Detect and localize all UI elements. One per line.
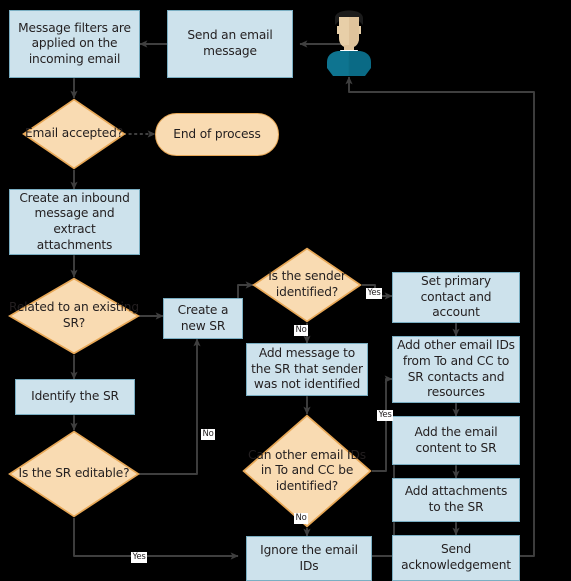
node-create-a-new-sr-label: Create a new SR bbox=[177, 302, 229, 333]
node-ignore-the-email-ids[interactable]: Ignore the email IDs bbox=[246, 536, 372, 581]
node-add-other-email-ids[interactable]: Add other email IDs from To and CC to SR… bbox=[392, 336, 520, 403]
node-add-message-not-identified[interactable]: Add message to the SR that sender was no… bbox=[246, 343, 368, 396]
edge-can-other-ids-yes bbox=[372, 375, 393, 472]
node-send-an-email-message-label: Send an email message bbox=[187, 28, 273, 58]
node-is-the-sr-editable[interactable]: Is the SR editable? bbox=[8, 430, 140, 518]
node-related-to-existing-sr[interactable]: Related to an existing SR? bbox=[8, 277, 140, 355]
node-add-message-not-identified-label: Add message to the SR that sender was no… bbox=[251, 346, 363, 392]
node-is-the-sender-identified-label: Is the sender identified? bbox=[268, 269, 346, 299]
edge-sr-editable-no-to-create-new-sr bbox=[139, 338, 201, 475]
node-related-to-existing-sr-label: Related to an existing SR? bbox=[9, 300, 139, 330]
edge-label-other-email-ids-yes: Yes bbox=[377, 410, 394, 421]
edge-sr-editable-yes-to-ignore-ids bbox=[73, 518, 239, 560]
node-create-inbound-message[interactable]: Create an inbound message and extract at… bbox=[9, 189, 140, 255]
node-add-email-content[interactable]: Add the email content to SR bbox=[392, 416, 520, 465]
node-send-acknowledgement-label: Send acknowledgement bbox=[401, 542, 511, 572]
node-is-the-sender-identified[interactable]: Is the sender identified? bbox=[252, 247, 362, 323]
node-add-email-content-label: Add the email content to SR bbox=[414, 424, 498, 455]
edge-ignore-ids-to-add-content bbox=[372, 436, 400, 557]
edge-label-sender-identified-yes: Yes bbox=[366, 288, 383, 299]
node-add-attachments-label: Add attachments to the SR bbox=[404, 484, 508, 514]
edge-label-sr-editable-yes: Yes bbox=[131, 552, 148, 563]
node-add-attachments[interactable]: Add attachments to the SR bbox=[392, 478, 520, 522]
node-message-filters[interactable]: Message filters are applied on the incom… bbox=[9, 10, 140, 78]
node-set-primary-contact-label: Set primary contact and account bbox=[420, 274, 492, 320]
email-sender-person-icon bbox=[318, 4, 380, 76]
node-identify-the-sr-label: Identify the SR bbox=[31, 389, 119, 404]
node-ignore-the-email-ids-label: Ignore the email IDs bbox=[260, 542, 358, 573]
node-create-a-new-sr[interactable]: Create a new SR bbox=[163, 298, 243, 339]
node-message-filters-label: Message filters are applied on the incom… bbox=[18, 20, 131, 66]
node-create-inbound-message-label: Create an inbound message and extract at… bbox=[19, 190, 130, 252]
node-end-of-process-label: End of process bbox=[173, 126, 261, 141]
edge-create-new-sr-to-sender-identified bbox=[237, 281, 254, 298]
node-can-other-email-ids[interactable]: Can other email IDs in To and CC be iden… bbox=[242, 414, 372, 528]
node-set-primary-contact[interactable]: Set primary contact and account bbox=[392, 272, 520, 323]
node-send-an-email-message[interactable]: Send an email message bbox=[167, 10, 293, 78]
node-identify-the-sr[interactable]: Identify the SR bbox=[15, 379, 135, 415]
edge-label-other-email-ids-no: No bbox=[294, 513, 309, 524]
node-email-accepted-label: Email accepted? bbox=[24, 126, 124, 141]
edge-label-sr-editable-no: No bbox=[201, 429, 216, 440]
node-email-accepted[interactable]: Email accepted? bbox=[22, 98, 126, 170]
node-send-acknowledgement[interactable]: Send acknowledgement bbox=[392, 535, 520, 581]
node-is-the-sr-editable-label: Is the SR editable? bbox=[18, 466, 130, 481]
node-can-other-email-ids-label: Can other email IDs in To and CC be iden… bbox=[248, 447, 366, 493]
node-add-other-email-ids-label: Add other email IDs from To and CC to SR… bbox=[397, 338, 515, 400]
edge-label-sender-identified-no: No bbox=[294, 325, 309, 336]
flowchart-canvas: Message filters are applied on the incom… bbox=[0, 0, 571, 581]
node-end-of-process[interactable]: End of process bbox=[155, 113, 279, 156]
